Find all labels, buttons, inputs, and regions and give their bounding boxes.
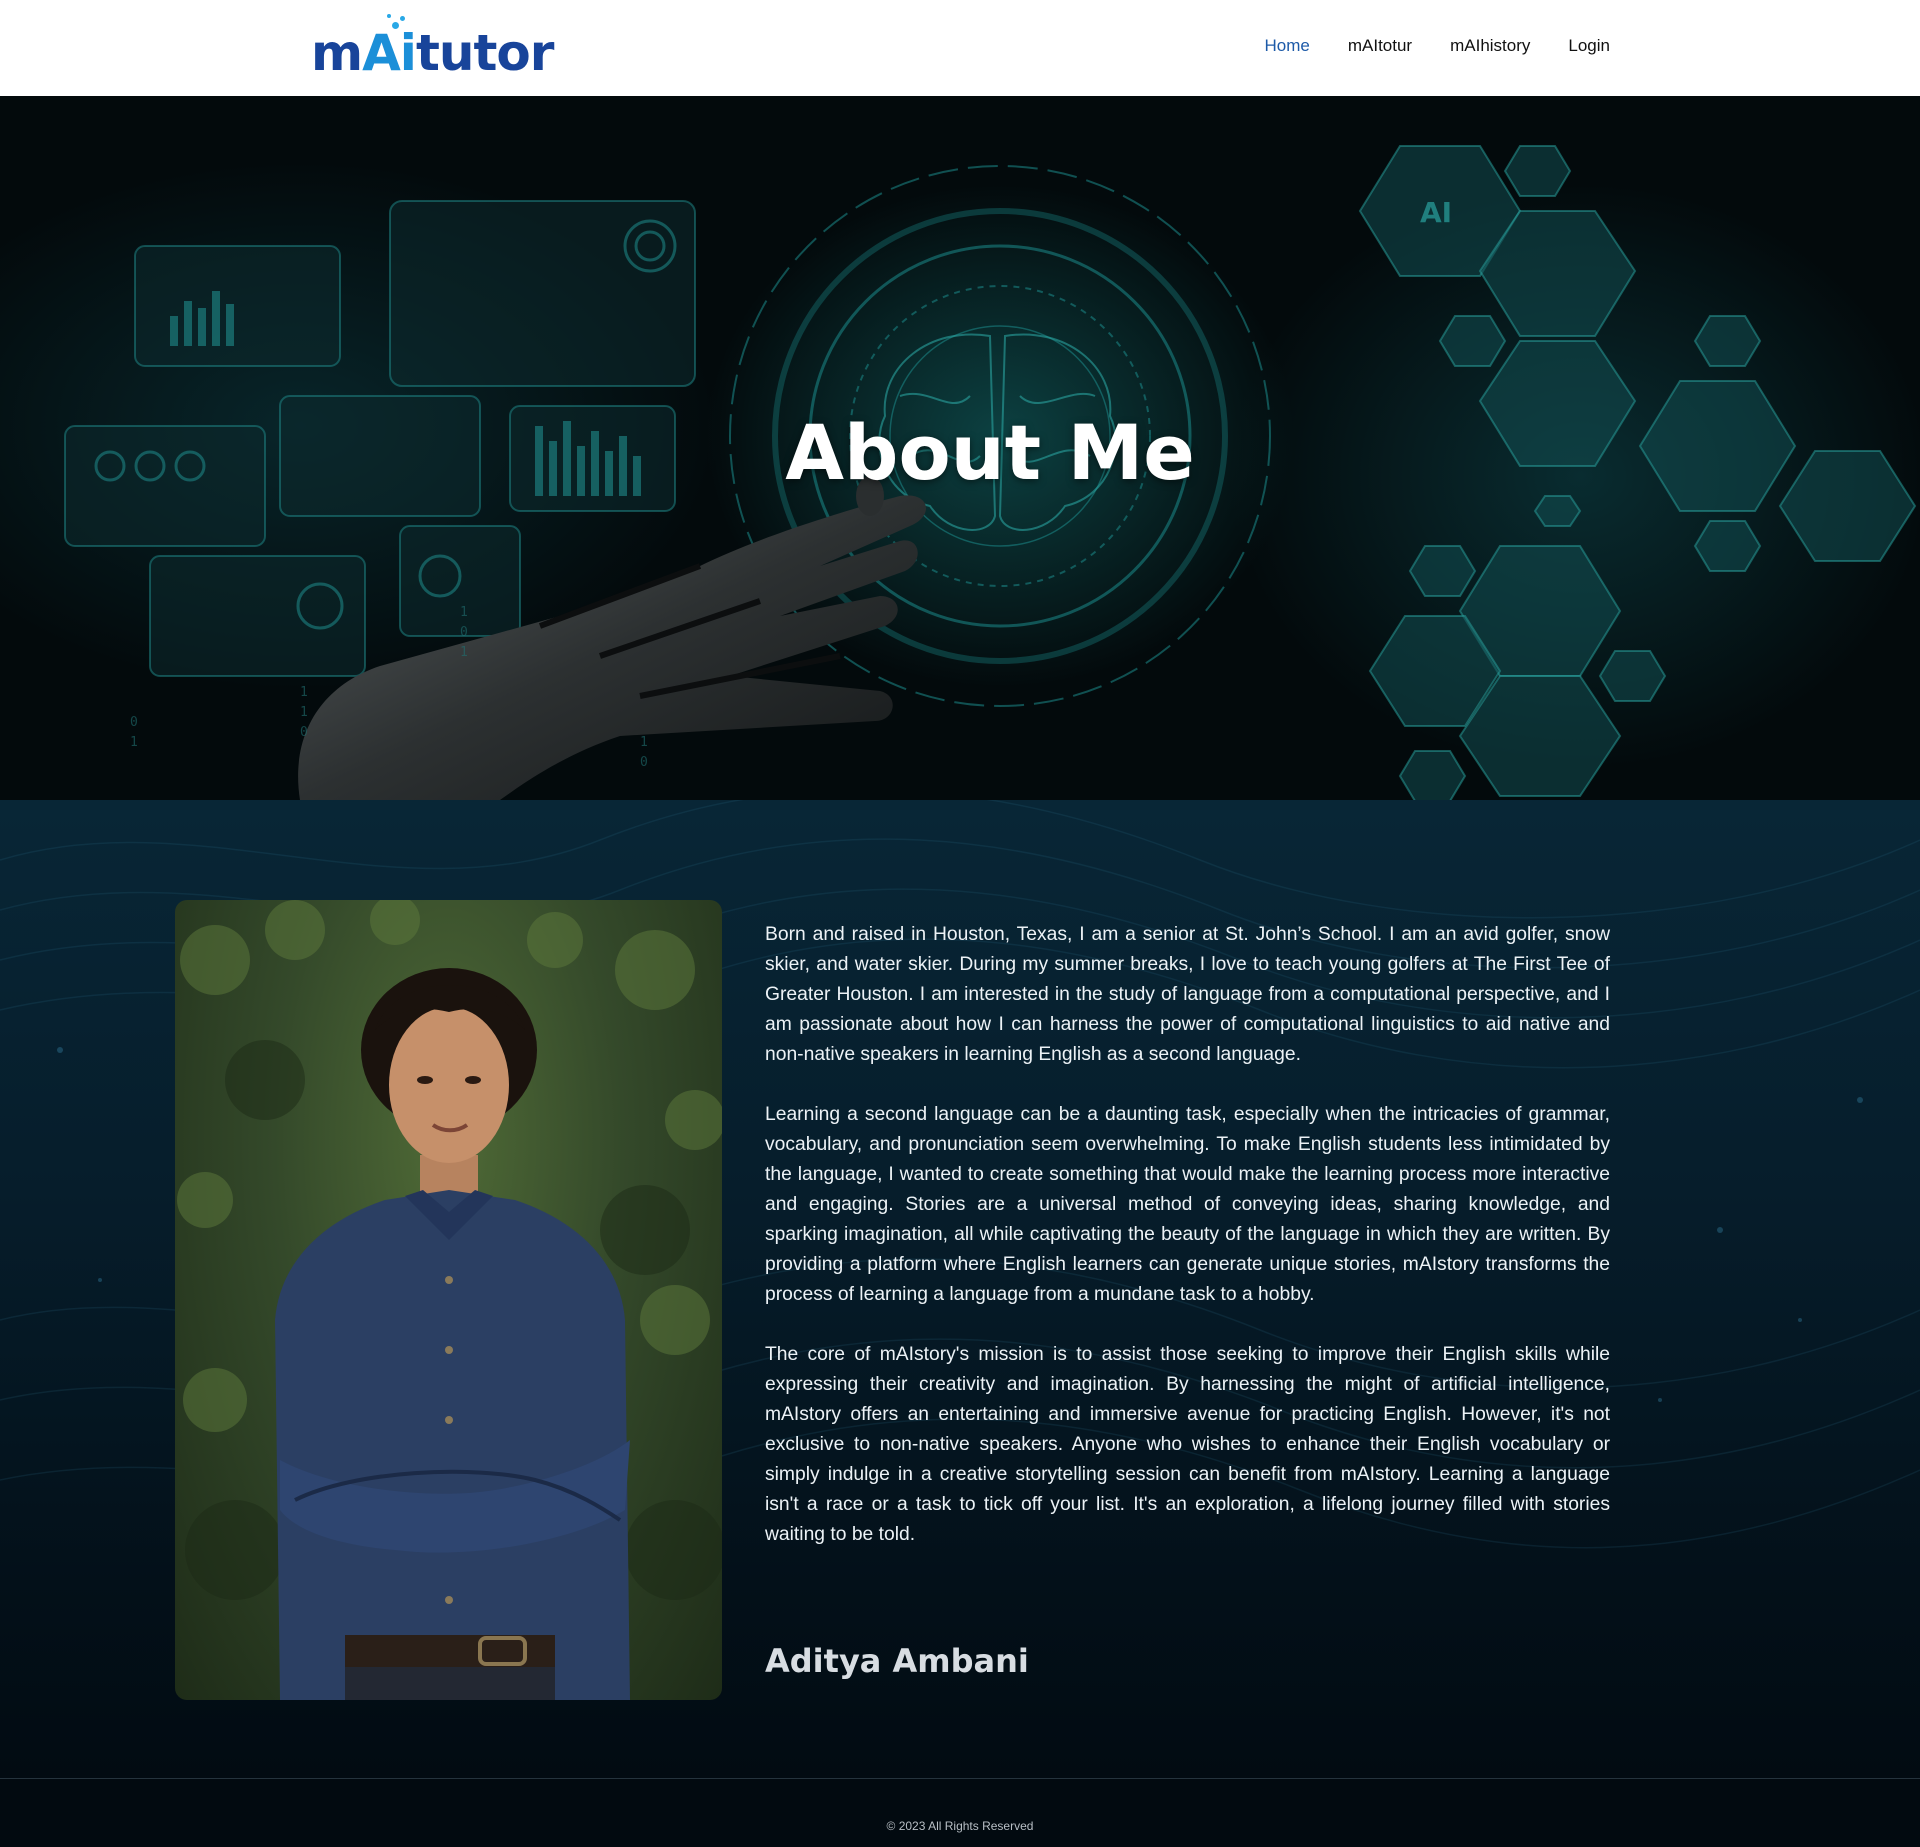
svg-text:1: 1 bbox=[640, 735, 648, 750]
logo-text-tutor: tutor bbox=[415, 24, 554, 82]
site-header: m Ai tutor Home mAItotur mAIhistory Login bbox=[0, 0, 1920, 97]
main-nav: Home mAItotur mAIhistory Login bbox=[1264, 36, 1610, 56]
svg-text:0: 0 bbox=[640, 755, 648, 770]
about-paragraph-1: Born and raised in Houston, Texas, I am … bbox=[765, 924, 1610, 1065]
logo-text-m: m bbox=[311, 24, 363, 82]
svg-text:1: 1 bbox=[460, 645, 468, 660]
svg-text:1: 1 bbox=[300, 705, 308, 720]
site-footer: © 2023 All Rights Reserved bbox=[0, 1778, 1920, 1847]
nav-maitotur[interactable]: mAItotur bbox=[1348, 36, 1412, 56]
logo-text-ai-letters: Ai bbox=[362, 24, 417, 82]
hero-banner: AI 1 0 1 1 1 0 1 0 0 1 About Me bbox=[0, 96, 1920, 800]
nav-maihistory[interactable]: mAIhistory bbox=[1450, 36, 1530, 56]
about-paragraph-3: The core of mAIstory's mission is to ass… bbox=[765, 1344, 1610, 1545]
profile-photo-illustration bbox=[177, 900, 722, 1700]
svg-text:1: 1 bbox=[460, 605, 468, 620]
about-paragraph-2: Learning a second language can be a daun… bbox=[765, 1104, 1610, 1305]
svg-text:0: 0 bbox=[300, 725, 308, 740]
svg-text:0: 0 bbox=[460, 625, 468, 640]
about-section: Born and raised in Houston, Texas, I am … bbox=[0, 800, 1920, 1778]
svg-text:1: 1 bbox=[300, 685, 308, 700]
copyright-text: © 2023 All Rights Reserved bbox=[886, 1819, 1034, 1833]
site-logo[interactable]: m Ai tutor bbox=[311, 14, 554, 82]
profile-photo bbox=[175, 900, 722, 1700]
author-name: Aditya Ambani bbox=[765, 1642, 1029, 1680]
logo-text-ai: Ai bbox=[362, 14, 417, 78]
svg-text:AI: AI bbox=[1420, 196, 1452, 229]
page-title: About Me bbox=[785, 408, 1195, 497]
logo-dot-icon bbox=[400, 16, 406, 21]
svg-text:1: 1 bbox=[130, 735, 138, 750]
about-text: Born and raised in Houston, Texas, I am … bbox=[765, 920, 1610, 1580]
logo-dot-icon bbox=[387, 14, 392, 18]
nav-login[interactable]: Login bbox=[1568, 36, 1610, 56]
svg-text:0: 0 bbox=[130, 715, 138, 730]
nav-home[interactable]: Home bbox=[1264, 36, 1309, 56]
